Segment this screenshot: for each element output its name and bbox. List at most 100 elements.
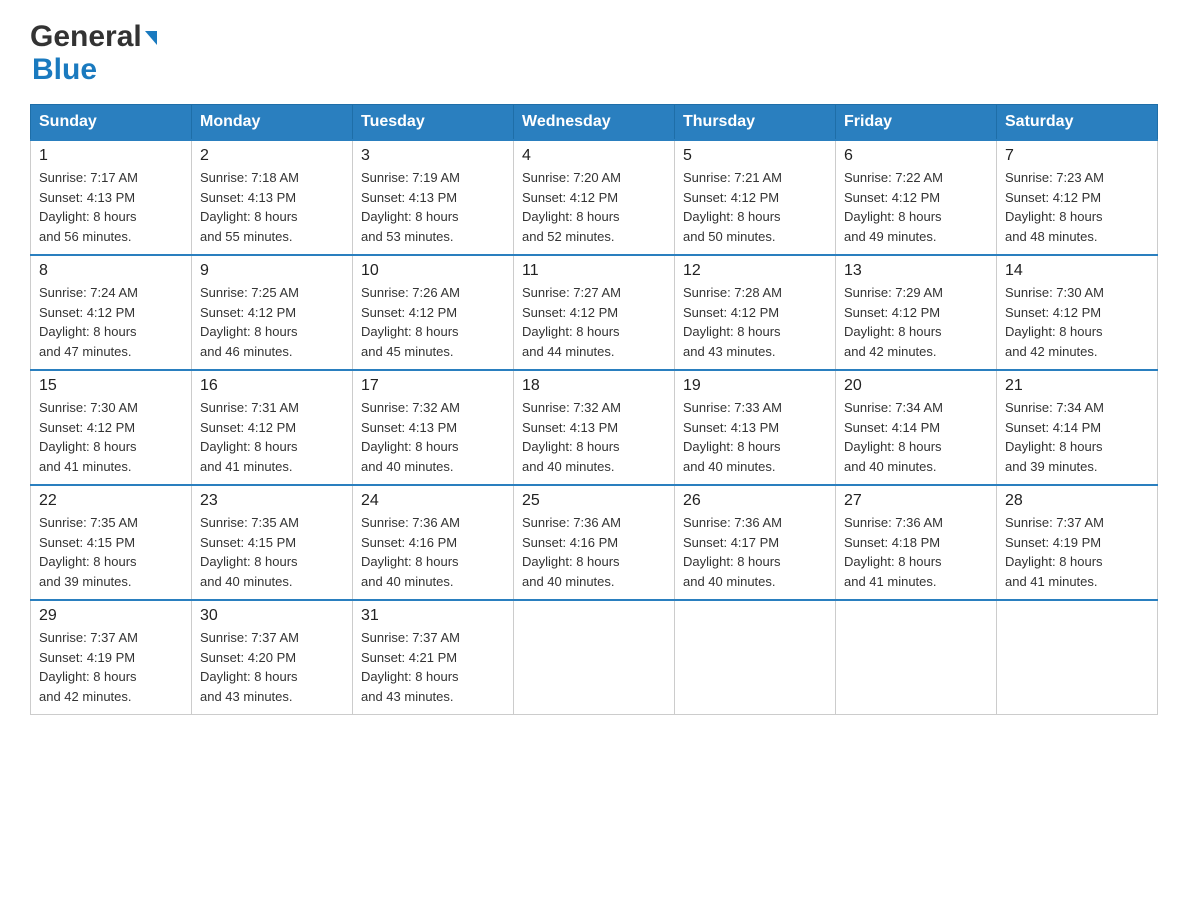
calendar-cell: 22Sunrise: 7:35 AMSunset: 4:15 PMDayligh… — [31, 485, 192, 600]
day-number: 28 — [1005, 492, 1149, 510]
calendar-cell: 21Sunrise: 7:34 AMSunset: 4:14 PMDayligh… — [997, 370, 1158, 485]
col-header-saturday: Saturday — [997, 105, 1158, 141]
calendar-cell: 2 Sunrise: 7:18 AMSunset: 4:13 PMDaylight… — [192, 140, 353, 255]
day-info: Sunrise: 7:25 AMSunset: 4:12 PMDaylight:… — [200, 283, 344, 361]
calendar-cell: 31Sunrise: 7:37 AMSunset: 4:21 PMDayligh… — [353, 600, 514, 715]
logo: General Blue — [30, 20, 157, 86]
day-number: 7 — [1005, 147, 1149, 165]
day-number: 6 — [844, 147, 988, 165]
calendar-cell: 27 Sunrise: 7:36 AMSunset: 4:18 PMDayligh… — [836, 485, 997, 600]
day-info: Sunrise: 7:34 AMSunset: 4:14 PMDaylight:… — [844, 398, 988, 476]
calendar-cell — [514, 600, 675, 715]
calendar-cell: 24Sunrise: 7:36 AMSunset: 4:16 PMDayligh… — [353, 485, 514, 600]
day-info: Sunrise: 7:33 AMSunset: 4:13 PMDaylight:… — [683, 398, 827, 476]
day-info: Sunrise: 7:20 AMSunset: 4:12 PMDaylight:… — [522, 168, 666, 246]
day-number: 29 — [39, 607, 183, 625]
logo-line1: General — [30, 20, 157, 53]
calendar-cell: 28 Sunrise: 7:37 AMSunset: 4:19 PMDayligh… — [997, 485, 1158, 600]
day-number: 15 — [39, 377, 183, 395]
day-info: Sunrise: 7:26 AMSunset: 4:12 PMDaylight:… — [361, 283, 505, 361]
day-info: Sunrise: 7:30 AMSunset: 4:12 PMDaylight:… — [39, 398, 183, 476]
day-info: Sunrise: 7:37 AMSunset: 4:19 PMDaylight:… — [1005, 513, 1149, 591]
day-info: Sunrise: 7:27 AMSunset: 4:12 PMDaylight:… — [522, 283, 666, 361]
day-info: Sunrise: 7:37 AMSunset: 4:19 PMDaylight:… — [39, 628, 183, 706]
calendar-week-row: 1Sunrise: 7:17 AMSunset: 4:13 PMDaylight… — [31, 140, 1158, 255]
day-info: Sunrise: 7:36 AMSunset: 4:16 PMDaylight:… — [361, 513, 505, 591]
calendar-cell: 4 Sunrise: 7:20 AMSunset: 4:12 PMDaylight… — [514, 140, 675, 255]
day-info: Sunrise: 7:30 AMSunset: 4:12 PMDaylight:… — [1005, 283, 1149, 361]
day-number: 3 — [361, 147, 505, 165]
day-info: Sunrise: 7:19 AMSunset: 4:13 PMDaylight:… — [361, 168, 505, 246]
day-info: Sunrise: 7:32 AMSunset: 4:13 PMDaylight:… — [361, 398, 505, 476]
col-header-friday: Friday — [836, 105, 997, 141]
day-number: 20 — [844, 377, 988, 395]
day-number: 18 — [522, 377, 666, 395]
calendar-cell: 9Sunrise: 7:25 AMSunset: 4:12 PMDaylight… — [192, 255, 353, 370]
day-number: 14 — [1005, 262, 1149, 280]
col-header-wednesday: Wednesday — [514, 105, 675, 141]
day-number: 17 — [361, 377, 505, 395]
day-info: Sunrise: 7:29 AMSunset: 4:12 PMDaylight:… — [844, 283, 988, 361]
calendar-cell: 11 Sunrise: 7:27 AMSunset: 4:12 PMDayligh… — [514, 255, 675, 370]
calendar-week-row: 8 Sunrise: 7:24 AMSunset: 4:12 PMDaylight… — [31, 255, 1158, 370]
day-number: 12 — [683, 262, 827, 280]
day-number: 30 — [200, 607, 344, 625]
col-header-tuesday: Tuesday — [353, 105, 514, 141]
calendar-cell: 15 Sunrise: 7:30 AMSunset: 4:12 PMDayligh… — [31, 370, 192, 485]
calendar-cell: 7 Sunrise: 7:23 AMSunset: 4:12 PMDaylight… — [997, 140, 1158, 255]
calendar-cell: 12 Sunrise: 7:28 AMSunset: 4:12 PMDayligh… — [675, 255, 836, 370]
calendar-cell: 19 Sunrise: 7:33 AMSunset: 4:13 PMDayligh… — [675, 370, 836, 485]
day-info: Sunrise: 7:22 AMSunset: 4:12 PMDaylight:… — [844, 168, 988, 246]
logo-line2: Blue — [32, 53, 97, 86]
calendar-week-row: 15 Sunrise: 7:30 AMSunset: 4:12 PMDayligh… — [31, 370, 1158, 485]
calendar-cell: 25Sunrise: 7:36 AMSunset: 4:16 PMDayligh… — [514, 485, 675, 600]
day-info: Sunrise: 7:35 AMSunset: 4:15 PMDaylight:… — [39, 513, 183, 591]
day-info: Sunrise: 7:37 AMSunset: 4:21 PMDaylight:… — [361, 628, 505, 706]
day-number: 8 — [39, 262, 183, 280]
calendar-cell: 13 Sunrise: 7:29 AMSunset: 4:12 PMDayligh… — [836, 255, 997, 370]
calendar-cell: 30Sunrise: 7:37 AMSunset: 4:20 PMDayligh… — [192, 600, 353, 715]
calendar-cell: 29 Sunrise: 7:37 AMSunset: 4:19 PMDayligh… — [31, 600, 192, 715]
calendar-cell — [997, 600, 1158, 715]
day-number: 2 — [200, 147, 344, 165]
calendar-cell: 3 Sunrise: 7:19 AMSunset: 4:13 PMDaylight… — [353, 140, 514, 255]
day-info: Sunrise: 7:23 AMSunset: 4:12 PMDaylight:… — [1005, 168, 1149, 246]
day-number: 26 — [683, 492, 827, 510]
day-info: Sunrise: 7:36 AMSunset: 4:17 PMDaylight:… — [683, 513, 827, 591]
day-info: Sunrise: 7:21 AMSunset: 4:12 PMDaylight:… — [683, 168, 827, 246]
day-number: 16 — [200, 377, 344, 395]
calendar-cell: 17 Sunrise: 7:32 AMSunset: 4:13 PMDayligh… — [353, 370, 514, 485]
day-info: Sunrise: 7:36 AMSunset: 4:18 PMDaylight:… — [844, 513, 988, 591]
day-number: 5 — [683, 147, 827, 165]
calendar-cell: 23 Sunrise: 7:35 AMSunset: 4:15 PMDayligh… — [192, 485, 353, 600]
calendar-table: SundayMondayTuesdayWednesdayThursdayFrid… — [30, 104, 1158, 715]
day-info: Sunrise: 7:28 AMSunset: 4:12 PMDaylight:… — [683, 283, 827, 361]
calendar-week-row: 29 Sunrise: 7:37 AMSunset: 4:19 PMDayligh… — [31, 600, 1158, 715]
day-info: Sunrise: 7:34 AMSunset: 4:14 PMDaylight:… — [1005, 398, 1149, 476]
day-number: 19 — [683, 377, 827, 395]
page-header: General Blue — [30, 20, 1158, 86]
day-info: Sunrise: 7:36 AMSunset: 4:16 PMDaylight:… — [522, 513, 666, 591]
day-info: Sunrise: 7:18 AMSunset: 4:13 PMDaylight:… — [200, 168, 344, 246]
col-header-monday: Monday — [192, 105, 353, 141]
day-info: Sunrise: 7:35 AMSunset: 4:15 PMDaylight:… — [200, 513, 344, 591]
calendar-cell: 26 Sunrise: 7:36 AMSunset: 4:17 PMDayligh… — [675, 485, 836, 600]
calendar-cell: 6 Sunrise: 7:22 AMSunset: 4:12 PMDaylight… — [836, 140, 997, 255]
day-number: 4 — [522, 147, 666, 165]
day-number: 11 — [522, 262, 666, 280]
calendar-week-row: 22Sunrise: 7:35 AMSunset: 4:15 PMDayligh… — [31, 485, 1158, 600]
calendar-cell: 14 Sunrise: 7:30 AMSunset: 4:12 PMDayligh… — [997, 255, 1158, 370]
day-number: 13 — [844, 262, 988, 280]
col-header-sunday: Sunday — [31, 105, 192, 141]
day-info: Sunrise: 7:24 AMSunset: 4:12 PMDaylight:… — [39, 283, 183, 361]
calendar-cell — [836, 600, 997, 715]
calendar-header-row: SundayMondayTuesdayWednesdayThursdayFrid… — [31, 105, 1158, 141]
calendar-cell: 8 Sunrise: 7:24 AMSunset: 4:12 PMDaylight… — [31, 255, 192, 370]
day-info: Sunrise: 7:31 AMSunset: 4:12 PMDaylight:… — [200, 398, 344, 476]
calendar-cell: 16 Sunrise: 7:31 AMSunset: 4:12 PMDayligh… — [192, 370, 353, 485]
day-number: 23 — [200, 492, 344, 510]
day-number: 27 — [844, 492, 988, 510]
col-header-thursday: Thursday — [675, 105, 836, 141]
day-info: Sunrise: 7:17 AMSunset: 4:13 PMDaylight:… — [39, 168, 183, 246]
day-number: 10 — [361, 262, 505, 280]
